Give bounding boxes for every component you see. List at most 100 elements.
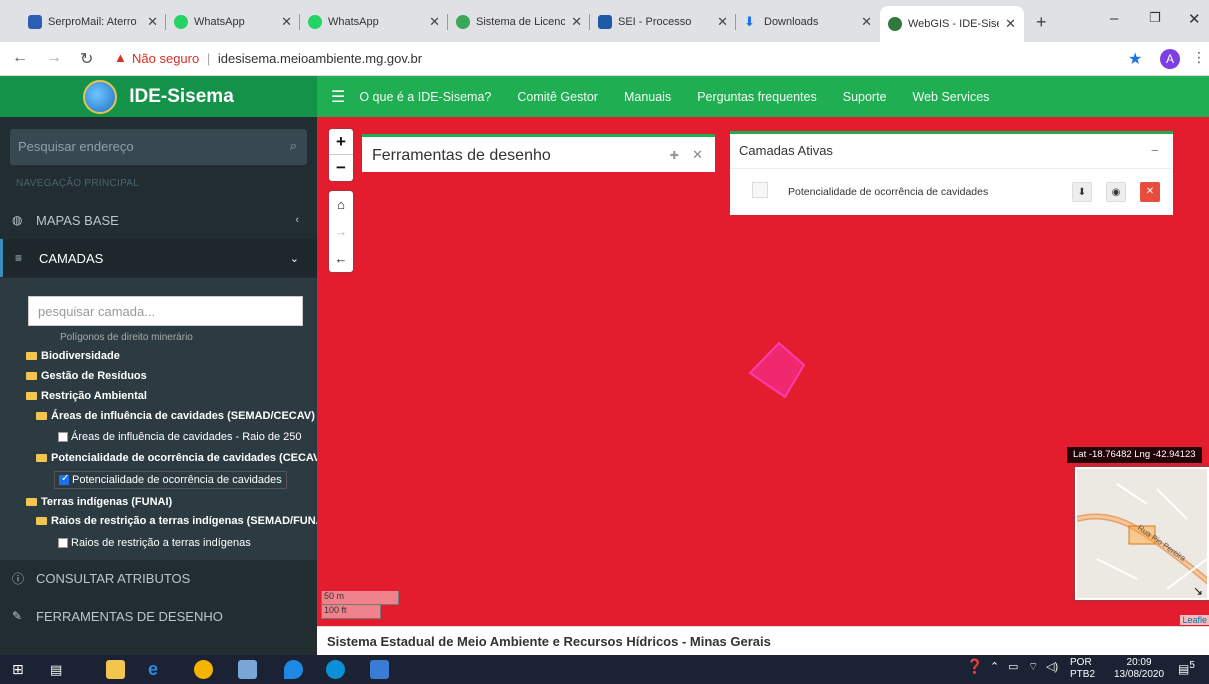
close-tab-icon[interactable]: ✕	[1005, 16, 1016, 32]
app-brand[interactable]: IDE-Sisema	[0, 76, 317, 117]
layer-checkbox-checked[interactable]	[59, 473, 69, 485]
browser-tab[interactable]: Sistema de Licenci ✕	[448, 8, 590, 36]
profile-avatar[interactable]: A	[1160, 49, 1180, 69]
close-tab-icon[interactable]: ✕	[147, 14, 158, 30]
tree-item-label: Potencialidade de ocorrência de cavidade…	[51, 452, 317, 464]
minimap[interactable]: Rua Pio Pereira ↘	[1075, 467, 1209, 600]
battery-icon[interactable]: ▭	[1008, 660, 1018, 673]
close-tab-icon[interactable]: ✕	[717, 14, 728, 30]
folder-icon	[26, 498, 37, 506]
language-indicator[interactable]: POR PTB2	[1070, 657, 1095, 681]
coordinates-readout: Lat -18.76482 Lng -42.94123	[1067, 447, 1202, 463]
sidebar-item-ferramentas-desenho[interactable]: ✎ FERRAMENTAS DE DESENHO	[0, 597, 317, 635]
sidebar-item-mapas-base[interactable]: ◍ MAPAS BASE ‹	[0, 201, 317, 239]
file-explorer-icon[interactable]	[106, 660, 125, 679]
folder-open-icon	[36, 412, 47, 420]
close-tab-icon[interactable]: ✕	[281, 14, 292, 30]
layer-tree-list[interactable]: Polígonos de direito minerário Biodivers…	[0, 329, 317, 559]
tab-title: WhatsApp	[194, 16, 245, 28]
bookmark-star-icon[interactable]: ★	[1128, 49, 1142, 69]
browser-tab-active[interactable]: WebGIS - IDE-Sise ✕	[880, 6, 1024, 42]
layer-search-input[interactable]: pesquisar camada...	[28, 296, 303, 326]
lang-secondary: PTB2	[1070, 669, 1096, 680]
minimap-streets: Rua Pio Pereira ↘	[1077, 483, 1207, 598]
notifications-icon[interactable]: ▤5	[1178, 660, 1195, 676]
nav-perguntas-frequentes[interactable]: Perguntas frequentes	[697, 90, 817, 104]
tree-folder-raios-restricao[interactable]: Raios de restrição a terras indígenas (S…	[36, 515, 317, 527]
help-icon[interactable]: ❓	[966, 658, 983, 675]
minimize-icon[interactable]: –	[1110, 10, 1118, 27]
reload-icon[interactable]: ↻	[80, 49, 93, 69]
close-tab-icon[interactable]: ✕	[861, 14, 872, 30]
network-app-icon[interactable]	[238, 660, 257, 679]
tree-layer-areas-influencia[interactable]: Áreas de influência de cavidades - Raio …	[58, 431, 302, 443]
layer-checkbox[interactable]	[58, 538, 68, 548]
tree-item-partial[interactable]: Polígonos de direito minerário	[60, 332, 193, 343]
url-field[interactable]: Não seguro | idesisema.meioambiente.mg.g…	[132, 51, 422, 66]
map-canvas[interactable]: + − ⌂ → ← Ferramentas de desenho ✚ ✕ Cam…	[317, 117, 1209, 626]
wifi-icon[interactable]: ⌔	[1028, 660, 1038, 674]
tree-layer-raios-restricao[interactable]: Raios de restrição a terras indígenas	[58, 537, 251, 549]
search-icon[interactable]: ⌕	[290, 138, 297, 154]
hamburger-menu-icon[interactable]: ☰	[331, 87, 345, 107]
expand-icon[interactable]: ↘	[1193, 584, 1203, 598]
edge-icon[interactable]	[326, 660, 345, 679]
nav-web-services[interactable]: Web Services	[913, 90, 990, 104]
nav-comite-gestor[interactable]: Comitê Gestor	[517, 90, 598, 104]
tree-folder-areas-influencia[interactable]: Áreas de influência de cavidades (SEMAD/…	[36, 410, 315, 422]
chrome-icon[interactable]	[194, 660, 213, 679]
address-search-placeholder: Pesquisar endereço	[18, 139, 134, 154]
tree-folder-restricao-ambiental[interactable]: Restrição Ambiental	[26, 390, 147, 402]
nav-o-que-e[interactable]: O que é a IDE-Sisema?	[359, 90, 491, 104]
windows-start-icon[interactable]: ⊞	[12, 660, 31, 679]
volume-icon[interactable]: ◁)	[1046, 660, 1058, 673]
folder-open-icon	[36, 517, 47, 525]
edit-icon: ✎	[12, 609, 23, 623]
tree-folder-terras-indigenas[interactable]: Terras indígenas (FUNAI)	[26, 496, 172, 508]
close-tab-icon[interactable]: ✕	[571, 14, 582, 30]
internet-explorer-icon[interactable]: e	[148, 660, 167, 679]
browser-tab[interactable]: WhatsApp ✕	[300, 8, 448, 36]
tray-chevron-icon[interactable]: ⌃	[990, 660, 999, 673]
cavity-polygon[interactable]	[748, 341, 806, 399]
browser-tab[interactable]: WhatsApp ✕	[166, 8, 300, 36]
mail-app-icon[interactable]	[370, 660, 389, 679]
browser-tab[interactable]: ⬇ Downloads ✕	[736, 8, 880, 36]
sidebar-item-label: MAPAS BASE	[36, 212, 119, 228]
notification-count: 5	[1189, 660, 1195, 671]
clock[interactable]: 20:09 13/08/2020	[1114, 657, 1164, 681]
warning-icon[interactable]: ▲	[114, 50, 127, 65]
sidebar-item-consultar-atributos[interactable]: ⓘ CONSULTAR ATRIBUTOS	[0, 559, 317, 597]
sidebar-item-label: CAMADAS	[39, 250, 104, 266]
nav-manuais[interactable]: Manuais	[624, 90, 671, 104]
browser-tab[interactable]: SEI - Processo ✕	[590, 8, 736, 36]
tree-layer-potencialidade[interactable]: Potencialidade de ocorrência de cavidade…	[54, 471, 287, 489]
not-secure-label: Não seguro	[132, 51, 200, 66]
tree-item-label: Áreas de influência de cavidades - Raio …	[71, 431, 302, 443]
leaflet-attribution[interactable]: Leafle	[1180, 615, 1209, 625]
tree-folder-gestao-residuos[interactable]: Gestão de Resíduos	[26, 370, 147, 382]
browser-tab[interactable]: SerproMail: Aterro ✕	[20, 8, 166, 36]
tree-folder-biodiversidade[interactable]: Biodiversidade	[26, 350, 120, 362]
new-tab-button[interactable]: +	[1036, 12, 1047, 33]
address-search-input[interactable]: Pesquisar endereço ⌕	[10, 129, 307, 165]
forward-arrow-icon[interactable]: →	[46, 49, 62, 67]
close-window-icon[interactable]: ✕	[1188, 10, 1201, 28]
sidebar-item-camadas[interactable]: ≡ CAMADAS ⌄	[0, 239, 317, 277]
back-arrow-icon[interactable]: ←	[12, 49, 28, 67]
close-tab-icon[interactable]: ✕	[429, 14, 440, 30]
tree-item-label: Terras indígenas (FUNAI)	[41, 496, 173, 508]
licenciamento-icon	[456, 15, 470, 29]
tree-folder-potencialidade[interactable]: Potencialidade de ocorrência de cavidade…	[36, 452, 317, 464]
droplet-app-icon[interactable]	[284, 660, 303, 679]
task-view-icon[interactable]: ▤	[50, 660, 69, 679]
tree-item-label: Restrição Ambiental	[41, 390, 147, 402]
restore-icon[interactable]: ❐	[1149, 10, 1161, 26]
nav-suporte[interactable]: Suporte	[843, 90, 887, 104]
tree-item-label: Potencialidade de ocorrência de cavidade…	[72, 474, 282, 486]
browser-menu-icon[interactable]: ⋮	[1192, 49, 1206, 66]
url-text: idesisema.meioambiente.mg.gov.br	[217, 51, 423, 66]
folder-open-icon	[26, 392, 37, 400]
layer-checkbox[interactable]	[58, 432, 68, 442]
globe-icon	[888, 17, 902, 31]
